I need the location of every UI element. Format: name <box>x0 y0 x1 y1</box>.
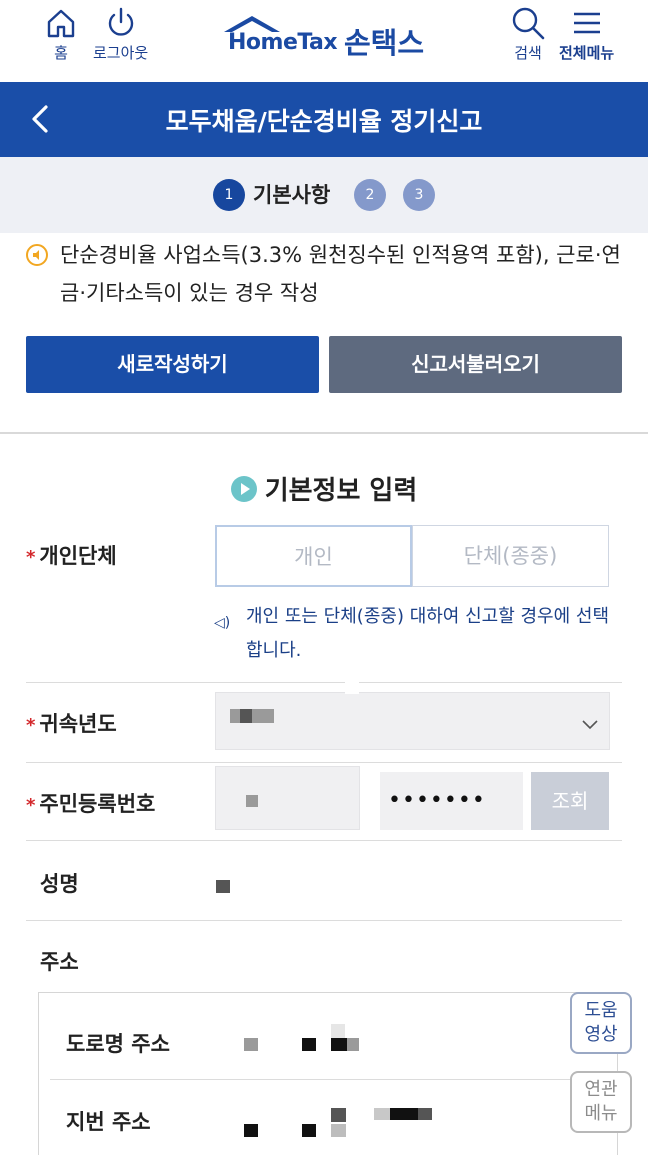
redacted-block <box>374 1108 390 1120</box>
row-divider <box>26 920 622 921</box>
new-report-button[interactable]: 새로작성하기 <box>26 336 319 393</box>
redacted-block <box>331 1108 346 1122</box>
name-value-redacted <box>216 880 230 893</box>
step-1-label: 기본사항 <box>253 183 331 207</box>
required-mark: * <box>26 715 36 736</box>
redacted-block <box>331 1124 346 1137</box>
type-label: * 개인단체 <box>26 544 117 568</box>
row-divider <box>50 1079 608 1080</box>
rrn-front-input[interactable] <box>215 766 360 830</box>
related-menu-line-2: 메뉴 <box>584 1103 618 1124</box>
home-icon <box>47 9 75 38</box>
redacted-block <box>418 1108 432 1120</box>
power-icon <box>108 7 133 36</box>
play-circle-icon <box>230 476 257 502</box>
chevron-down-icon <box>582 720 598 730</box>
redacted-block <box>331 1024 345 1038</box>
rrn-lookup-button[interactable]: 조회 <box>531 772 609 830</box>
row-divider <box>26 682 622 683</box>
required-mark: * <box>26 795 36 816</box>
logout-label: 로그아웃 <box>93 44 149 62</box>
redacted-block <box>302 1038 316 1051</box>
search-label: 검색 <box>514 44 542 62</box>
redacted-block <box>244 1124 258 1137</box>
redaction-mask <box>345 680 359 694</box>
notice-text: 단순경비율 사업소득(3.3% 원천징수된 인적용역 포함), 근로·연금·기타… <box>60 243 621 305</box>
speaker-icon <box>26 244 48 266</box>
title-bar: 모두채움/단순경비율 정기신고 <box>0 82 648 157</box>
rrn-back-input[interactable]: ••••••• <box>380 772 523 830</box>
page-title: 모두채움/단순경비율 정기신고 <box>165 107 483 136</box>
type-option-individual[interactable]: 개인 <box>215 525 412 587</box>
rrn-label: * 주민등록번호 <box>26 792 156 816</box>
type-option-group[interactable]: 단체(종중) <box>412 525 609 587</box>
redacted-block <box>331 1038 347 1051</box>
home-button[interactable]: 홈 <box>44 6 78 63</box>
top-header: 홈 로그아웃 HomeTax 손택스 검색 전체메뉴 <box>0 0 648 82</box>
help-video-line-1: 도움 <box>584 1000 618 1021</box>
related-menu-button[interactable]: 연관 메뉴 <box>570 1071 632 1133</box>
redacted-block <box>244 1038 258 1051</box>
related-menu-line-1: 연관 <box>584 1079 618 1100</box>
search-icon <box>512 7 545 40</box>
required-mark: * <box>26 547 36 568</box>
step-1: 1 <box>213 179 245 211</box>
full-menu-button[interactable]: 전체메뉴 <box>559 6 614 63</box>
step-3[interactable]: 3 <box>403 179 435 211</box>
redacted-block <box>390 1108 418 1120</box>
road-address-label: 도로명 주소 <box>66 1032 170 1056</box>
row-divider <box>26 762 622 763</box>
year-select[interactable] <box>215 692 610 750</box>
address-label: 주소 <box>40 950 79 974</box>
redacted-block <box>252 709 274 723</box>
help-video-button[interactable]: 도움 영상 <box>570 992 632 1054</box>
logout-button[interactable]: 로그아웃 <box>93 6 148 63</box>
redacted-block <box>347 1038 359 1051</box>
section-title-text: 기본정보 입력 <box>264 476 418 506</box>
search-button[interactable]: 검색 <box>510 6 546 63</box>
type-hint: ◁) 개인 또는 단체(종중) 대하여 신고할 경우에 선택합니다. <box>214 600 614 668</box>
redacted-block <box>302 1124 316 1137</box>
home-label: 홈 <box>54 44 68 62</box>
step-2[interactable]: 2 <box>354 179 386 211</box>
lot-address-label: 지번 주소 <box>66 1110 151 1134</box>
name-label: 성명 <box>40 872 79 896</box>
redacted-block <box>240 709 252 723</box>
step-indicator: 1 기본사항 2 3 <box>0 157 648 233</box>
speaker-outline-icon: ◁) <box>214 615 231 631</box>
load-report-button[interactable]: 신고서불러오기 <box>329 336 622 393</box>
logo-text-kr: 손택스 <box>344 26 425 60</box>
redacted-block <box>230 709 240 723</box>
row-divider <box>26 840 622 841</box>
type-hint-text: 개인 또는 단체(종중) 대하여 신고할 경우에 선택합니다. <box>246 606 610 661</box>
help-video-line-2: 영상 <box>584 1024 618 1045</box>
logo-text-en: HomeTax <box>228 30 338 55</box>
hamburger-icon <box>573 12 600 34</box>
notice: 단순경비율 사업소득(3.3% 원천징수된 인적용역 포함), 근로·연금·기타… <box>26 236 626 312</box>
divider <box>0 432 648 434</box>
section-title: 기본정보 입력 <box>0 470 648 507</box>
full-menu-label: 전체메뉴 <box>559 44 615 62</box>
year-label: * 귀속년도 <box>26 712 117 736</box>
redacted-block <box>246 795 258 807</box>
